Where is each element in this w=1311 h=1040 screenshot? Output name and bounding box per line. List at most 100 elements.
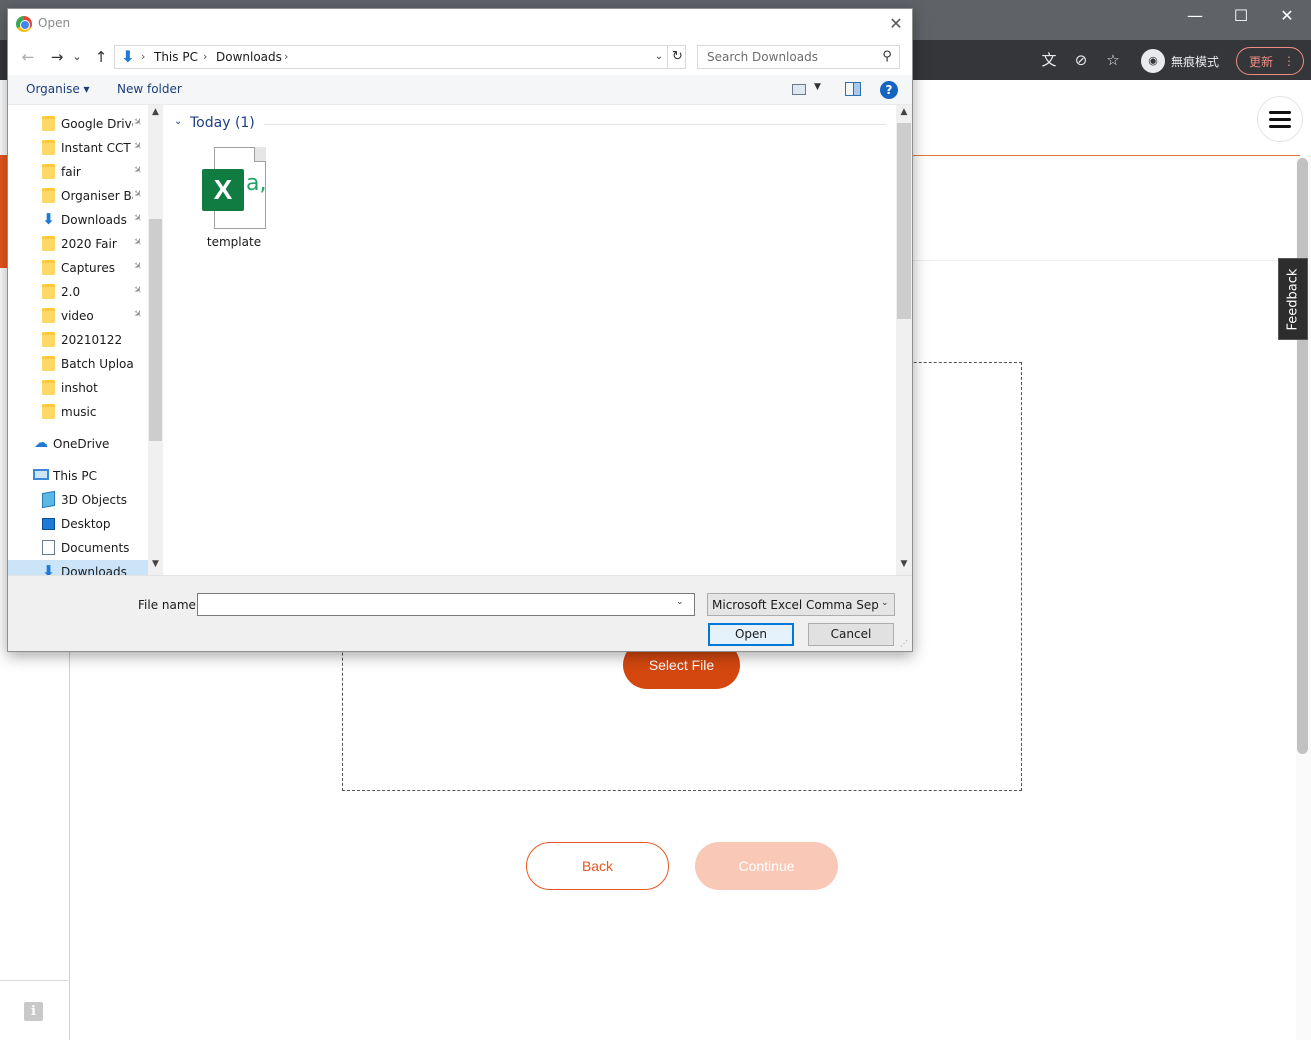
up-arrow-icon[interactable]: ↑: [90, 46, 112, 68]
file-type-select[interactable]: Microsoft Excel Comma Separated Values F…: [707, 593, 895, 616]
folder-icon: [42, 380, 55, 395]
search-icon[interactable]: ⚲: [878, 48, 896, 66]
feedback-tab[interactable]: Feedback: [1278, 258, 1308, 340]
sidebar-item-inshot[interactable]: inshot: [8, 376, 148, 400]
sidebar-item-label: OneDrive: [53, 437, 110, 451]
sidebar-item-instant-cct[interactable]: Instant CCT ✈: [8, 136, 148, 160]
onedrive-icon: ☁: [34, 435, 48, 451]
sidebar-item-label: Batch Upload: [61, 357, 133, 371]
back-arrow-icon[interactable]: ←: [17, 46, 39, 68]
sidebar-item-label: Downloads: [61, 213, 127, 227]
sidebar-item-label: fair: [61, 165, 81, 179]
window-close-icon[interactable]: ✕: [1264, 4, 1310, 28]
breadcrumb-this-pc[interactable]: This PC: [154, 50, 198, 64]
pin-icon[interactable]: ✈: [130, 236, 144, 250]
pin-icon[interactable]: ✈: [130, 140, 144, 154]
sidebar-item-20210122[interactable]: 20210122: [8, 328, 148, 352]
folder-icon: [42, 140, 55, 155]
bookmark-star-icon[interactable]: ☆: [1103, 50, 1123, 70]
preview-pane-icon[interactable]: [845, 82, 861, 96]
file-name-input[interactable]: [198, 594, 674, 615]
back-button[interactable]: Back: [526, 842, 669, 890]
breadcrumb-separator[interactable]: ›: [284, 50, 288, 63]
sidebar-item-downloads[interactable]: ⬇ Downloads ✈: [8, 208, 148, 232]
pin-icon[interactable]: ✈: [130, 284, 144, 298]
sidebar-item-pc-documents[interactable]: Documents: [8, 536, 148, 560]
pin-icon[interactable]: ✈: [130, 260, 144, 274]
section-divider: [913, 260, 1300, 261]
file-name-label: template: [206, 235, 262, 249]
eye-off-icon[interactable]: ⊘: [1071, 50, 1091, 70]
sidebar-item-fair[interactable]: fair ✈: [8, 160, 148, 184]
sidebar-item-captures[interactable]: Captures ✈: [8, 256, 148, 280]
continue-button[interactable]: Continue: [695, 842, 838, 890]
file-list-scroll-thumb[interactable]: [897, 123, 911, 319]
excel-x-badge: X: [202, 169, 244, 211]
scroll-up-icon[interactable]: ▲: [148, 107, 163, 121]
navigation-pane: Google Drive ✈ Instant CCT ✈ fair ✈ Organiser …: [8, 105, 163, 575]
address-bar[interactable]: ⬇ › This PC › Downloads › ⌄ ↻: [114, 45, 686, 69]
breadcrumb-downloads[interactable]: Downloads: [216, 50, 282, 64]
resize-grip-icon[interactable]: ⋰: [900, 639, 910, 649]
translate-icon[interactable]: 文: [1039, 50, 1059, 70]
pin-icon[interactable]: ✈: [130, 164, 144, 178]
pin-icon[interactable]: ✈: [130, 308, 144, 322]
feedback-label: Feedback: [1285, 268, 1301, 330]
sidebar-item-2-0[interactable]: 2.0 ✈: [8, 280, 148, 304]
cancel-button[interactable]: Cancel: [808, 623, 894, 646]
recent-locations-icon[interactable]: ⌄: [70, 46, 84, 68]
sidebar-item-label: Downloads: [61, 565, 127, 575]
sidebar-item-label: Google Drive: [61, 117, 133, 131]
search-input[interactable]: [698, 46, 876, 68]
update-button[interactable]: 更新 ⋮: [1236, 47, 1304, 75]
chrome-icon: [16, 16, 32, 32]
sidebar-item-pc-3d-objects[interactable]: 3D Objects: [8, 488, 148, 512]
desktop-icon: [42, 518, 55, 530]
sidebar-item-this-pc[interactable]: This PC: [8, 464, 148, 488]
info-icon[interactable]: i: [24, 1002, 43, 1021]
file-name-label: File name:: [138, 598, 200, 612]
new-folder-button[interactable]: New folder: [117, 82, 182, 96]
help-icon[interactable]: ?: [880, 81, 898, 99]
maximize-icon[interactable]: ☐: [1218, 4, 1264, 28]
pin-icon[interactable]: ✈: [130, 212, 144, 226]
page-scrollbar-thumb[interactable]: [1297, 158, 1308, 754]
scroll-down-icon[interactable]: ▼: [148, 559, 163, 573]
sidebar-item-google-drive[interactable]: Google Drive ✈: [8, 112, 148, 136]
file-name-dropdown-icon[interactable]: ⌄: [676, 597, 684, 607]
sidebar-item-label: Instant CCT: [61, 141, 131, 155]
hamburger-menu-button[interactable]: [1257, 96, 1303, 142]
dialog-title: Open: [38, 16, 71, 30]
change-view-button[interactable]: ▼: [790, 81, 826, 99]
sidebar-item-organiser-bac[interactable]: Organiser Bac✈: [8, 184, 148, 208]
scroll-up-icon[interactable]: ▲: [896, 107, 912, 121]
incognito-indicator[interactable]: ◉ 無痕模式: [1141, 48, 1219, 74]
breadcrumb-separator: ›: [141, 50, 146, 63]
scroll-down-icon[interactable]: ▼: [896, 559, 912, 573]
refresh-icon[interactable]: ↻: [667, 46, 687, 68]
forward-arrow-icon[interactable]: →: [46, 46, 68, 68]
organise-button[interactable]: Organise ▾: [26, 82, 90, 96]
sidebar-item-label: 20210122: [61, 333, 123, 347]
folder-icon: [42, 260, 55, 275]
minimize-icon[interactable]: —: [1172, 4, 1218, 28]
sidebar-item-video[interactable]: video ✈: [8, 304, 148, 328]
dialog-close-icon[interactable]: ✕: [884, 12, 908, 36]
sidebar-item-pc-desktop[interactable]: Desktop: [8, 512, 148, 536]
sidebar-item-onedrive[interactable]: ☁ OneDrive: [8, 432, 148, 456]
sidebar-item-music[interactable]: music: [8, 400, 148, 424]
sidebar-item-label: Captures: [61, 261, 115, 275]
sidebar-item-pc-downloads[interactable]: ⬇ Downloads: [8, 560, 148, 575]
group-collapse-icon[interactable]: ⌄: [174, 116, 186, 127]
sidebar-item-label: music: [61, 405, 97, 419]
file-list-pane: ⌄ Today (1) X a, template: [164, 105, 896, 575]
sidebar-item-label: 2020 Fair: [61, 237, 117, 251]
open-button[interactable]: Open: [708, 623, 794, 646]
sidebar-item-batch-upload[interactable]: Batch Upload: [8, 352, 148, 376]
group-header[interactable]: Today (1): [190, 115, 255, 131]
address-dropdown-icon[interactable]: ⌄: [651, 49, 667, 65]
breadcrumb-separator[interactable]: ›: [203, 50, 207, 63]
sidebar-item-2020-fair[interactable]: 2020 Fair ✈: [8, 232, 148, 256]
file-item[interactable]: X a, template: [184, 143, 284, 255]
navigation-pane-scroll-thumb[interactable]: [149, 219, 162, 441]
